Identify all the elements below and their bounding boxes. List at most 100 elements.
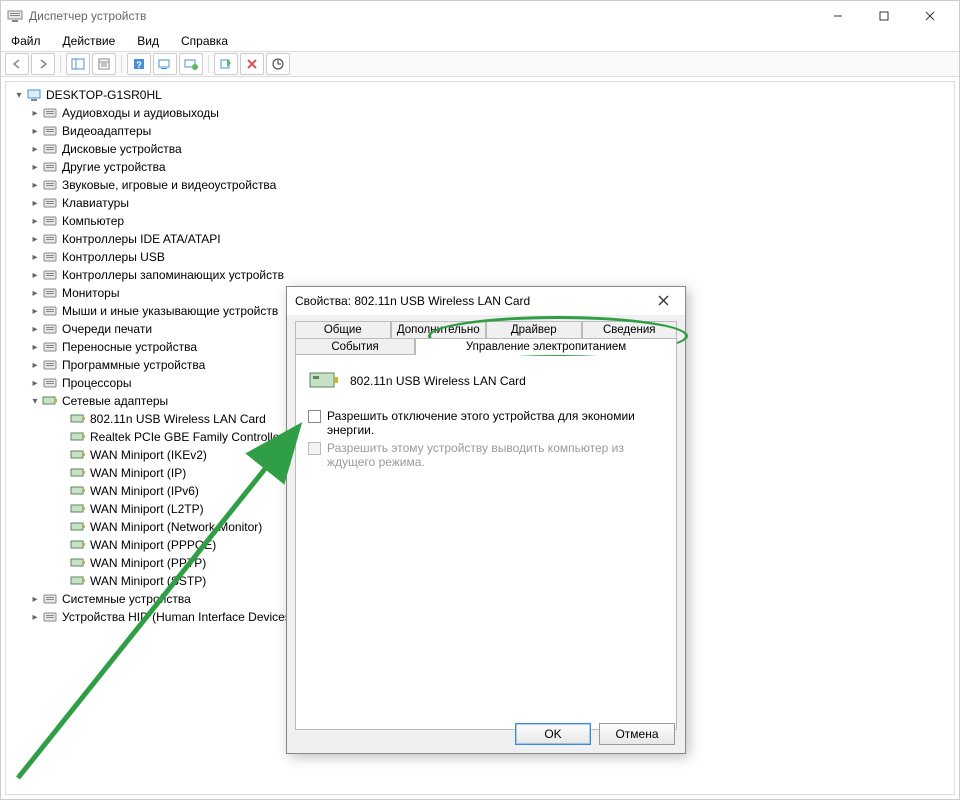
device-category-icon [42,123,58,139]
toolbar-scan-hardware[interactable] [266,53,290,75]
device-label: WAN Miniport (L2TP) [90,502,204,516]
toolbar-separator [208,55,209,73]
expand-icon[interactable]: ▸ [28,324,42,335]
dialog-close-button[interactable] [649,293,677,309]
tree-category[interactable]: ▸ Дисковые устройства [6,140,954,158]
expand-icon[interactable]: ▸ [28,342,42,353]
category-label: Мониторы [62,286,119,300]
dialog-titlebar: Свойства: 802.11n USB Wireless LAN Card [287,287,685,315]
device-category-icon [42,213,58,229]
titlebar: Диспетчер устройств [1,1,959,31]
category-label: Дисковые устройства [62,142,182,156]
toolbar-uninstall[interactable] [240,53,264,75]
device-label: WAN Miniport (IKEv2) [90,448,207,462]
expand-icon[interactable]: ▸ [28,612,42,623]
minimize-button[interactable] [815,1,861,31]
expand-icon[interactable]: ▸ [28,144,42,155]
expand-icon[interactable]: ▸ [28,378,42,389]
toolbar-properties[interactable] [92,53,116,75]
device-category-icon [42,267,58,283]
dialog-tabs: Общие Дополнительно Драйвер Сведения Соб… [295,321,677,730]
device-category-icon [42,249,58,265]
tab-general[interactable]: Общие [295,321,391,338]
menu-file[interactable]: Файл [7,32,45,50]
tree-category[interactable]: ▸Звуковые, игровые и видеоустройства [6,176,954,194]
network-adapter-icon [70,447,86,463]
tab-power-management[interactable]: Управление электропитанием [415,338,677,355]
category-label: Программные устройства [62,358,205,372]
expand-icon[interactable]: ▸ [28,108,42,119]
tab-events[interactable]: События [295,338,415,355]
collapse-icon[interactable]: ▾ [12,90,26,101]
checkbox-allow-wake [308,442,321,455]
category-label: Устройства HID (Human Interface Devices) [62,610,295,624]
expand-icon[interactable]: ▸ [28,198,42,209]
tree-category[interactable]: ▸ Компьютер [6,212,954,230]
expand-icon[interactable]: ▸ [28,162,42,173]
expand-icon[interactable]: ▸ [28,270,42,281]
toolbar-back[interactable] [5,53,29,75]
tab-details[interactable]: Сведения [582,321,678,338]
device-label: WAN Miniport (IP) [90,466,186,480]
expand-icon[interactable]: ▸ [28,288,42,299]
expand-icon[interactable]: ▸ [28,126,42,137]
app-icon [7,8,23,24]
network-adapter-icon [42,393,58,409]
expand-icon[interactable]: ▸ [28,234,42,245]
expand-icon[interactable]: ▸ [28,306,42,317]
network-adapter-icon [308,367,340,395]
category-label: Видеоадаптеры [62,124,151,138]
toolbar-show-hide-tree[interactable] [66,53,90,75]
collapse-icon[interactable]: ▾ [28,396,42,407]
dialog-title: Свойства: 802.11n USB Wireless LAN Card [295,294,649,308]
properties-dialog: Свойства: 802.11n USB Wireless LAN Card … [286,286,686,754]
device-label: WAN Miniport (PPTP) [90,556,206,570]
device-category-icon [42,285,58,301]
toolbar-enable[interactable] [214,53,238,75]
tab-driver[interactable]: Драйвер [486,321,582,338]
menu-help[interactable]: Справка [177,32,232,50]
toolbar: ? [1,51,959,77]
device-category-icon [42,105,58,121]
tree-category[interactable]: ▸Контроллеры запоминающих устройств [6,266,954,284]
checkbox-allow-wake-label: Разрешить этому устройству выводить комп… [327,441,664,469]
tree-category[interactable]: ▸ Другие устройства [6,158,954,176]
cancel-button[interactable]: Отмена [599,723,675,745]
tree-category[interactable]: ▸Клавиатуры [6,194,954,212]
toolbar-forward[interactable] [31,53,55,75]
toolbar-separator [60,55,61,73]
expand-icon[interactable]: ▸ [28,594,42,605]
menu-action[interactable]: Действие [59,32,120,50]
device-label: Realtek PCIe GBE Family Controller [90,430,283,444]
tree-category[interactable]: ▸Аудиовходы и аудиовыходы [6,104,954,122]
network-adapter-icon [70,411,86,427]
menu-view[interactable]: Вид [133,32,163,50]
checkbox-allow-power-off-label: Разрешить отключение этого устройства дл… [327,409,664,437]
category-label: Другие устройства [62,160,166,174]
toolbar-update-driver[interactable] [179,53,203,75]
expand-icon[interactable]: ▸ [28,360,42,371]
maximize-button[interactable] [861,1,907,31]
tree-root[interactable]: ▾ DESKTOP-G1SR0HL [6,86,954,104]
tree-category[interactable]: ▸Контроллеры IDE ATA/ATAPI [6,230,954,248]
category-label: Контроллеры USB [62,250,165,264]
toolbar-separator [121,55,122,73]
checkbox-allow-power-off[interactable] [308,410,321,423]
dialog-device-name: 802.11n USB Wireless LAN Card [350,374,526,388]
tree-category[interactable]: ▸ Контроллеры USB [6,248,954,266]
svg-text:?: ? [136,60,142,70]
ok-button[interactable]: OK [515,723,591,745]
tree-category[interactable]: ▸ Видеоадаптеры [6,122,954,140]
expand-icon[interactable]: ▸ [28,180,42,191]
close-button[interactable] [907,1,953,31]
device-label: WAN Miniport (Network Monitor) [90,520,262,534]
toolbar-scan[interactable] [153,53,177,75]
tab-panel-power: 802.11n USB Wireless LAN Card Разрешить … [295,354,677,730]
network-adapter-icon [70,483,86,499]
tab-advanced[interactable]: Дополнительно [391,321,487,338]
expand-icon[interactable]: ▸ [28,216,42,227]
category-label: Компьютер [62,214,124,228]
toolbar-help[interactable]: ? [127,53,151,75]
checkbox-allow-power-off-row[interactable]: Разрешить отключение этого устройства дл… [308,409,664,437]
expand-icon[interactable]: ▸ [28,252,42,263]
